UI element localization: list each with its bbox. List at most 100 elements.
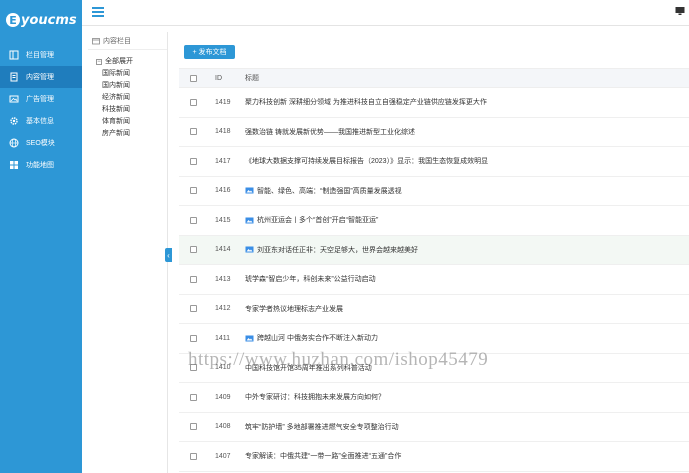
tree-list: − 全部展开 国际新闻 国内新闻 经济新闻 科技新闻 体育新闻 房产新闻	[88, 50, 167, 140]
row-title-text: 专家学者热议地理标志产业发展	[245, 305, 343, 313]
sidebar-item-seo[interactable]: SEO模块	[0, 132, 82, 154]
row-checkbox[interactable]	[189, 157, 197, 165]
table-row[interactable]: 1407 专家解读：中俄共建“一带一路”全面推进“五通”合作	[179, 442, 689, 472]
column-header-id[interactable]: ID	[207, 75, 245, 82]
row-id: 1414	[215, 246, 231, 254]
sidebar-item-basic-info[interactable]: 基本信息	[0, 110, 82, 132]
row-title-link[interactable]: 中外专家研讨：科技拥抱未来发展方向如何？	[245, 392, 689, 402]
row-checkbox[interactable]	[189, 393, 197, 401]
article-table: ID 标题 1419 聚力科技创新 深耕细分领域 为推进科技自立自强稳定产业链供应…	[179, 68, 689, 472]
columns-icon	[8, 49, 20, 61]
row-checkbox[interactable]	[189, 275, 197, 283]
tree-item-domestic[interactable]: 国内新闻	[96, 80, 167, 92]
tree-item-all[interactable]: − 全部展开	[96, 56, 167, 68]
globe-icon	[8, 137, 20, 149]
sidebar-nav: 栏目管理 内容管理 广告管理 基本信息 SEO模块 功能地图	[0, 44, 82, 176]
row-title-text: 中外专家研讨：科技拥抱未来发展方向如何？	[245, 394, 385, 402]
row-checkbox[interactable]	[189, 423, 197, 431]
row-title-text: 专家解读：中俄共建“一带一路”全面推进“五通”合作	[245, 453, 402, 461]
table-row[interactable]: 1413 琥学森“智启少年，科创未来”公益行动启动	[179, 265, 689, 295]
topbar	[82, 0, 689, 26]
map-icon	[8, 159, 20, 171]
sidebar-item-ads[interactable]: 广告管理	[0, 88, 82, 110]
row-id: 1419	[215, 98, 231, 106]
sidebar-item-label: 基本信息	[26, 118, 54, 125]
table-row[interactable]: 1414 刘亚东对话任正非：天空足够大，世界会越来越美好	[179, 235, 689, 265]
table-body: 1419 聚力科技创新 深耕细分领域 为推进科技自立自强稳定产业链供应链发挥更大作…	[179, 88, 689, 472]
select-all-checkbox[interactable]	[189, 74, 197, 82]
panel-collapse-handle[interactable]: ‹	[165, 248, 172, 262]
sidebar-item-map[interactable]: 功能地图	[0, 154, 82, 176]
row-checkbox[interactable]	[189, 364, 197, 372]
column-header-title: 标题	[245, 75, 259, 82]
row-id: 1418	[215, 128, 231, 136]
table-row[interactable]: 1410 中国科技馆开馆35周年推出系列科普活动	[179, 354, 689, 383]
table-row[interactable]: 1412 专家学者热议地理标志产业发展	[179, 295, 689, 324]
row-checkbox[interactable]	[189, 128, 197, 136]
tree-item-economy[interactable]: 经济新闻	[96, 92, 167, 104]
sidebar-item-content[interactable]: 内容管理	[0, 66, 82, 88]
sidebar-item-label: 功能地图	[26, 162, 54, 169]
row-id: 1409	[215, 393, 231, 401]
sidebar-item-columns[interactable]: 栏目管理	[0, 44, 82, 66]
row-title-link[interactable]: 智能、绿色、高端：“制造强国”高质量发展透视	[245, 186, 689, 196]
table-row[interactable]: 1408 筑牢“防护墙” 多地部署推进燃气安全专项整治行动	[179, 413, 689, 442]
table-row[interactable]: 1409 中外专家研讨：科技拥抱未来发展方向如何？	[179, 383, 689, 413]
row-title-text: 琥学森“智启少年，科创未来”公益行动启动	[245, 276, 376, 284]
tree-item-realestate[interactable]: 房产新闻	[96, 128, 167, 140]
row-id: 1412	[215, 305, 231, 313]
row-checkbox[interactable]	[189, 98, 197, 106]
monitor-icon[interactable]	[675, 6, 685, 16]
row-title-text: 杭州亚运会丨多个“首创”开启“智能亚运”	[257, 217, 379, 225]
table-row[interactable]: 1419 聚力科技创新 深耕细分领域 为推进科技自立自强稳定产业链供应链发挥更大作	[179, 88, 689, 118]
row-id: 1417	[215, 157, 231, 165]
tree-item-label: 全部展开	[105, 58, 133, 65]
row-title-link[interactable]: 专家学者热议地理标志产业发展	[245, 304, 689, 314]
sidebar-item-label: 广告管理	[26, 96, 54, 103]
collapse-icon[interactable]: −	[96, 59, 102, 65]
row-id: 1416	[215, 187, 231, 195]
tree-item-international[interactable]: 国际新闻	[96, 68, 167, 80]
row-checkbox[interactable]	[189, 452, 197, 460]
row-checkbox[interactable]	[189, 305, 197, 313]
row-title-text: 跨越山河 中俄务实合作不断注入新动力	[257, 335, 378, 343]
row-title-link[interactable]: 中国科技馆开馆35周年推出系列科普活动	[245, 363, 689, 373]
logo-mark: E	[6, 13, 20, 27]
row-title-link[interactable]: 专家解读：中俄共建“一带一路”全面推进“五通”合作	[245, 451, 689, 461]
row-checkbox[interactable]	[189, 187, 197, 195]
row-title-text: 聚力科技创新 深耕细分领域 为推进科技自立自强稳定产业链供应链发挥更大作	[245, 99, 487, 107]
row-checkbox[interactable]	[189, 246, 197, 254]
menu-toggle-icon[interactable]	[92, 7, 104, 17]
publish-document-button[interactable]: + 发布文档	[184, 45, 235, 59]
row-title-text: 刘亚东对话任正非：天空足够大，世界会越来越美好	[257, 246, 418, 254]
category-tree: 内容栏目 − 全部展开 国际新闻 国内新闻 经济新闻 科技新闻 体育新闻 房产新…	[88, 32, 168, 473]
row-title-link[interactable]: 聚力科技创新 深耕细分领域 为推进科技自立自强稳定产业链供应链发挥更大作	[245, 97, 689, 107]
row-id: 1408	[215, 423, 231, 431]
table-row[interactable]: 1418 强数治链 铸就发展新优势——我国推进新型工业化综述	[179, 118, 689, 147]
tree-header-label: 内容栏目	[103, 37, 131, 45]
tree-item-technology[interactable]: 科技新闻	[96, 104, 167, 116]
row-id: 1411	[215, 334, 231, 342]
row-id: 1410	[215, 364, 231, 372]
image-icon	[245, 187, 254, 194]
row-title-link[interactable]: 刘亚东对话任正非：天空足够大，世界会越来越美好	[245, 245, 689, 255]
table-header: ID 标题	[179, 68, 689, 88]
folder-icon	[92, 37, 100, 44]
row-title-link[interactable]: 琥学森“智启少年，科创未来”公益行动启动	[245, 274, 689, 284]
table-row[interactable]: 1415 杭州亚运会丨多个“首创”开启“智能亚运”	[179, 206, 689, 236]
table-row[interactable]: 1416 智能、绿色、高端：“制造强国”高质量发展透视	[179, 177, 689, 206]
tree-item-sports[interactable]: 体育新闻	[96, 116, 167, 128]
row-checkbox[interactable]	[189, 216, 197, 224]
main-content: + 发布文档 ID 标题 1419 聚力科技创新 深耕细分领域 为推进科技自立自强…	[176, 32, 689, 473]
row-title-link[interactable]: 《地球大数据支撑可持续发展目标报告（2023）》显示：我国生态恢复成效明显	[245, 156, 689, 166]
table-row[interactable]: 1411 跨越山河 中俄务实合作不断注入新动力	[179, 324, 689, 354]
logo[interactable]: E youcms	[0, 0, 82, 40]
row-title-text: 强数治链 铸就发展新优势——我国推进新型工业化综述	[245, 128, 415, 136]
row-title-link[interactable]: 杭州亚运会丨多个“首创”开启“智能亚运”	[245, 215, 689, 225]
row-checkbox[interactable]	[189, 334, 197, 342]
row-title-link[interactable]: 强数治链 铸就发展新优势——我国推进新型工业化综述	[245, 127, 689, 137]
table-row[interactable]: 1417 《地球大数据支撑可持续发展目标报告（2023）》显示：我国生态恢复成效明…	[179, 147, 689, 177]
row-title-link[interactable]: 筑牢“防护墙” 多地部署推进燃气安全专项整治行动	[245, 422, 689, 432]
row-title-link[interactable]: 跨越山河 中俄务实合作不断注入新动力	[245, 333, 689, 343]
row-title-text: 智能、绿色、高端：“制造强国”高质量发展透视	[257, 187, 402, 195]
